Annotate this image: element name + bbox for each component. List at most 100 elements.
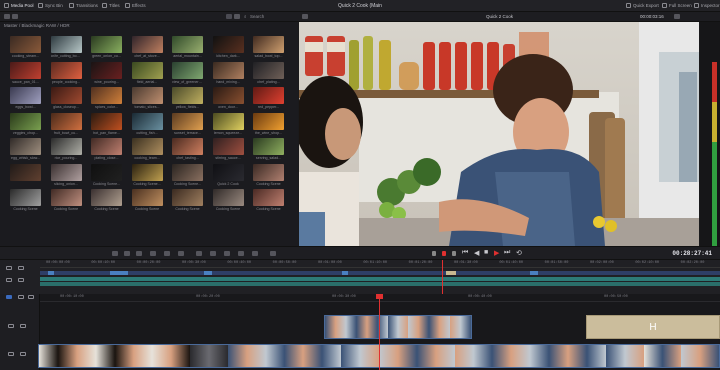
- media-clip[interactable]: hot_pan_flame...: [91, 112, 122, 135]
- media-clip[interactable]: sunset_terrace...: [172, 112, 203, 135]
- media-clip[interactable]: Cooking Scene: [91, 189, 122, 211]
- tool-icon[interactable]: [252, 251, 258, 256]
- media-clip[interactable]: egg_whisk_slow...: [10, 138, 41, 160]
- panel-toggle-icon[interactable]: [4, 14, 10, 19]
- track-eye-icon[interactable]: [20, 324, 26, 328]
- tool-icon[interactable]: [270, 251, 276, 256]
- media-clip[interactable]: cutting_fish...: [131, 112, 163, 135]
- playhead-handle[interactable]: [376, 294, 383, 299]
- search-icon[interactable]: ⌕: [244, 14, 247, 19]
- tool-icon[interactable]: [210, 251, 216, 256]
- media-clip[interactable]: slicing_onion...: [50, 163, 82, 186]
- toolbar-full-screen[interactable]: Full Screen: [662, 3, 692, 8]
- mark-out-icon[interactable]: [452, 251, 456, 256]
- media-clip[interactable]: salad_bowl_top...: [253, 36, 284, 58]
- media-clip[interactable]: Cooking Scene: [253, 163, 284, 186]
- media-clip[interactable]: lemon_squeeze...: [212, 112, 244, 135]
- playhead-marker-icon[interactable]: [442, 251, 446, 256]
- media-clip[interactable]: chef_plating...: [253, 61, 284, 84]
- tool-icon[interactable]: [238, 251, 244, 256]
- audio-track-overview[interactable]: [40, 277, 720, 281]
- title-clip[interactable]: H: [586, 315, 720, 339]
- media-clip[interactable]: fruit_bowl_cu...: [50, 112, 82, 135]
- tool-icon[interactable]: [124, 251, 130, 256]
- skip-back-icon[interactable]: ⏮: [462, 249, 468, 257]
- media-clip[interactable]: view_of_greenery...: [172, 61, 203, 84]
- viewer-options-icon[interactable]: [674, 14, 680, 19]
- media-clip[interactable]: kitchen_dark...: [212, 36, 244, 58]
- media-clip[interactable]: spices_color...: [91, 87, 122, 109]
- loop-icon[interactable]: ⟲: [516, 249, 522, 257]
- play-icon[interactable]: ▶: [494, 249, 499, 257]
- media-clip[interactable]: Cooking Scene...: [172, 163, 203, 186]
- overview-ruler[interactable]: 00:00:00:00 00:00:10:00 00:00:20:00 00:00:3…: [40, 260, 720, 268]
- link-icon[interactable]: [18, 295, 24, 299]
- thumbnail-view-icon[interactable]: [234, 14, 240, 19]
- media-clip[interactable]: field_aerial...: [131, 61, 163, 84]
- media-clip[interactable]: plating_close...: [91, 138, 122, 160]
- play-reverse-icon[interactable]: ◀: [474, 249, 479, 257]
- viewer[interactable]: [299, 22, 699, 246]
- media-clip[interactable]: wine_pouring...: [91, 61, 122, 84]
- media-clip[interactable]: Cooking Scene: [50, 189, 82, 211]
- media-clip[interactable]: Cooking Scene...: [91, 163, 122, 186]
- track-icon[interactable]: [6, 278, 12, 282]
- track-icon[interactable]: [18, 278, 24, 282]
- media-clip[interactable]: stirring_sauce...: [212, 138, 244, 160]
- tool-icon[interactable]: [136, 251, 142, 256]
- viewer-mode-icon[interactable]: [302, 14, 308, 19]
- media-clip[interactable]: glass_closeup...: [50, 87, 82, 109]
- media-clip[interactable]: Cooking Scene...: [131, 163, 163, 186]
- media-clip[interactable]: [10, 163, 41, 182]
- audio-track-overview[interactable]: [40, 282, 720, 286]
- video-track-overview[interactable]: [40, 271, 720, 275]
- snap-icon[interactable]: [6, 295, 12, 299]
- media-clip[interactable]: Cooking Scene: [131, 189, 163, 211]
- search-label[interactable]: Search: [250, 14, 264, 19]
- track-icon[interactable]: [6, 266, 12, 270]
- track-icon[interactable]: [18, 266, 24, 270]
- tool-icon[interactable]: [164, 251, 170, 256]
- media-clip[interactable]: Quick 2 Cook: [212, 163, 244, 186]
- media-clip[interactable]: the_wine_shop...: [253, 112, 284, 135]
- tool-icon[interactable]: [224, 251, 230, 256]
- toolbar-quick-export[interactable]: Quick Export: [626, 3, 659, 8]
- media-clip[interactable]: Cooking Scene: [172, 189, 203, 211]
- tool-icon[interactable]: [196, 251, 202, 256]
- media-clip[interactable]: cooking_steam...: [10, 36, 41, 58]
- track-eye-icon[interactable]: [20, 352, 26, 356]
- zoom-icon[interactable]: [28, 295, 34, 299]
- media-clip[interactable]: knife_cutting_board...: [50, 36, 82, 58]
- media-clip[interactable]: aerial_mountain...: [172, 36, 203, 58]
- track-lock-icon[interactable]: [8, 352, 14, 356]
- media-clip[interactable]: oven_door...: [212, 87, 244, 109]
- media-clip[interactable]: Cooking Scene: [10, 189, 41, 211]
- tool-icon[interactable]: [178, 251, 184, 256]
- media-clip[interactable]: Cooking Scene: [253, 189, 284, 211]
- media-clip[interactable]: green_onion_cu...: [91, 36, 122, 58]
- media-clip[interactable]: sauce_pan_01...: [10, 61, 41, 84]
- media-clip[interactable]: tomato_slices...: [131, 87, 163, 109]
- tool-icon[interactable]: [150, 251, 156, 256]
- media-clip[interactable]: hand_mixing...: [212, 61, 244, 84]
- media-clip[interactable]: people_cooking...: [50, 61, 82, 84]
- track-lock-icon[interactable]: [8, 324, 14, 328]
- mark-in-icon[interactable]: [432, 251, 436, 256]
- timeline-playhead[interactable]: [379, 294, 380, 370]
- media-clip[interactable]: yellow_fields...: [172, 87, 203, 109]
- skip-forward-icon[interactable]: ⏭: [504, 249, 510, 257]
- media-clip[interactable]: Cooking Scene: [212, 189, 244, 211]
- media-clip[interactable]: rice_pouring...: [50, 138, 82, 160]
- media-clip[interactable]: chef_at_stove...: [131, 36, 163, 58]
- media-clip[interactable]: eggs_bowl...: [10, 87, 41, 109]
- grid-view-icon[interactable]: [226, 14, 232, 19]
- toolbar-inspector[interactable]: Inspector: [694, 3, 720, 8]
- list-view-icon[interactable]: [12, 14, 18, 19]
- media-clip[interactable]: veggies_chop...: [10, 112, 41, 135]
- media-clip[interactable]: serving_salad...: [253, 138, 284, 160]
- overview-playhead[interactable]: [442, 260, 443, 294]
- stop-icon[interactable]: ■: [484, 249, 488, 256]
- media-clip[interactable]: chef_tasting...: [172, 138, 203, 160]
- video-clip-v2[interactable]: [324, 315, 472, 339]
- media-clip[interactable]: cooking_team...: [131, 138, 163, 160]
